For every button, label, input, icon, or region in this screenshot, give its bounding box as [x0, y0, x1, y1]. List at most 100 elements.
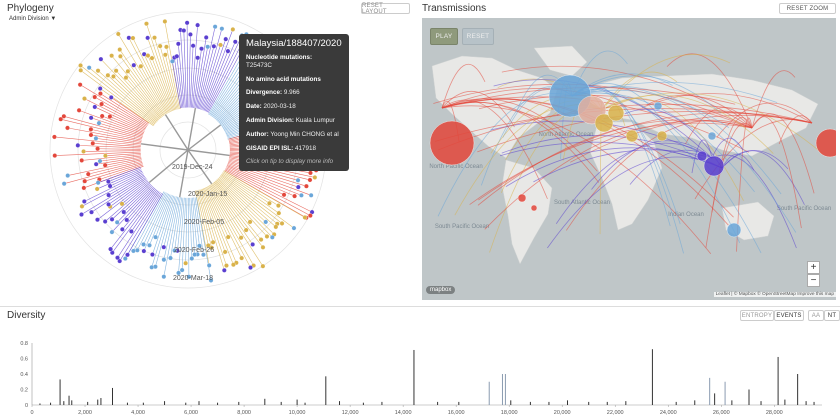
tree-tip[interactable] — [86, 65, 92, 71]
tree-tip[interactable] — [312, 175, 318, 180]
tree-tip[interactable] — [258, 237, 264, 242]
tree-tip[interactable] — [206, 263, 212, 268]
tree-tip[interactable] — [291, 225, 297, 231]
tree-tip[interactable] — [149, 55, 155, 61]
tree-tip[interactable] — [239, 255, 244, 261]
tree-tip[interactable] — [117, 47, 123, 52]
tree-tip[interactable] — [307, 177, 313, 183]
tree-tip[interactable] — [65, 173, 71, 178]
tree-tip[interactable] — [260, 245, 266, 250]
tree-tip[interactable] — [95, 217, 100, 223]
tree-tip[interactable] — [77, 82, 83, 88]
tree-tip[interactable] — [82, 96, 87, 101]
tree-tip[interactable] — [99, 101, 104, 107]
tree-tip[interactable] — [144, 21, 149, 27]
tree-tip[interactable] — [124, 217, 130, 223]
tree-tip[interactable] — [89, 209, 94, 215]
tree-tip[interactable] — [295, 177, 301, 183]
tree-tip[interactable] — [113, 68, 119, 74]
tree-tip[interactable] — [247, 219, 253, 225]
tree-tip[interactable] — [141, 242, 146, 247]
tree-tip[interactable] — [161, 244, 167, 250]
tree-tip[interactable] — [107, 114, 113, 119]
tree-tip[interactable] — [308, 213, 313, 218]
tree-tip[interactable] — [147, 242, 152, 248]
tree-tip[interactable] — [126, 35, 132, 41]
tree-tip[interactable] — [230, 27, 236, 32]
tree-tip[interactable] — [97, 158, 103, 164]
tree-tip[interactable] — [223, 36, 229, 42]
tree-tip[interactable] — [98, 56, 104, 62]
phylogeny-tree[interactable]: 2019-Dec-24 2020-Jan-15 2020-Feb-05 2020… — [0, 0, 418, 302]
tree-tip[interactable] — [103, 153, 108, 159]
tree-tip[interactable] — [93, 161, 99, 167]
tree-tip[interactable] — [221, 267, 227, 273]
tree-tip[interactable] — [308, 170, 313, 176]
zoom-in-button[interactable]: + — [807, 261, 820, 274]
tree-tip[interactable] — [149, 264, 155, 270]
tree-tip[interactable] — [181, 28, 187, 33]
tree-tip[interactable] — [210, 239, 216, 245]
tree-tip[interactable] — [218, 42, 223, 48]
nt-toggle[interactable]: NT — [824, 310, 840, 321]
tree-tip[interactable] — [225, 234, 231, 240]
transmission-map[interactable]: North Pacific Ocean North Atlantic Ocean… — [422, 18, 836, 300]
tree-tip[interactable] — [115, 255, 120, 261]
tree-tip[interactable] — [141, 248, 147, 254]
tree-tip[interactable] — [145, 53, 151, 58]
tree-tip[interactable] — [219, 26, 225, 32]
tree-tip[interactable] — [131, 62, 137, 68]
tree-tip[interactable] — [134, 247, 140, 253]
tree-tip[interactable] — [129, 229, 134, 234]
tree-tip[interactable] — [150, 252, 155, 257]
tree-tip[interactable] — [109, 229, 115, 235]
tree-tip[interactable] — [225, 48, 231, 54]
tree-tip[interactable] — [125, 252, 130, 258]
tree-tip[interactable] — [95, 146, 100, 152]
tree-tip[interactable] — [161, 257, 167, 263]
tree-tip[interactable] — [102, 162, 108, 168]
tree-tip[interactable] — [195, 22, 200, 28]
tree-tip[interactable] — [302, 215, 308, 220]
tree-tip[interactable] — [131, 248, 136, 254]
tree-tip[interactable] — [52, 134, 57, 140]
tree-tip[interactable] — [281, 192, 287, 198]
zoom-out-button[interactable]: − — [807, 274, 820, 287]
tree-tip[interactable] — [81, 185, 87, 191]
tree-tip[interactable] — [78, 63, 83, 68]
tree-tip[interactable] — [179, 267, 185, 273]
tree-tip[interactable] — [211, 43, 217, 49]
tree-tip[interactable] — [267, 200, 272, 206]
tree-tip[interactable] — [88, 115, 94, 121]
tree-tip[interactable] — [188, 32, 193, 37]
tree-tip[interactable] — [119, 201, 125, 207]
tree-tip[interactable] — [98, 91, 103, 96]
tree-tip[interactable] — [88, 132, 94, 138]
tree-tip[interactable] — [263, 219, 269, 225]
tree-tip[interactable] — [92, 94, 98, 100]
tree-tip[interactable] — [61, 181, 67, 186]
tree-tip[interactable] — [174, 53, 180, 59]
tree-tip[interactable] — [162, 19, 168, 24]
tree-tip[interactable] — [190, 43, 196, 49]
events-toggle[interactable]: EVENTS — [774, 310, 804, 321]
tree-tip[interactable] — [243, 227, 249, 233]
tree-tip[interactable] — [106, 192, 111, 198]
tree-tip[interactable] — [107, 183, 113, 189]
tree-tip[interactable] — [175, 41, 181, 47]
play-button[interactable]: PLAY — [430, 28, 458, 45]
tree-tip[interactable] — [276, 203, 281, 208]
tree-tip[interactable] — [304, 183, 309, 189]
tree-tip[interactable] — [94, 186, 100, 192]
tree-tip[interactable] — [95, 68, 101, 74]
tree-tip[interactable] — [81, 149, 86, 154]
tree-tip[interactable] — [232, 39, 238, 45]
tree-tip[interactable] — [308, 192, 314, 198]
tree-tip[interactable] — [109, 217, 115, 222]
reset-animation-button[interactable]: RESET — [462, 28, 494, 45]
tree-tip[interactable] — [231, 262, 236, 268]
tree-tip[interactable] — [250, 242, 256, 247]
tree-tip[interactable] — [61, 113, 67, 119]
tree-tip[interactable] — [162, 52, 168, 58]
tree-tip[interactable] — [183, 260, 188, 266]
